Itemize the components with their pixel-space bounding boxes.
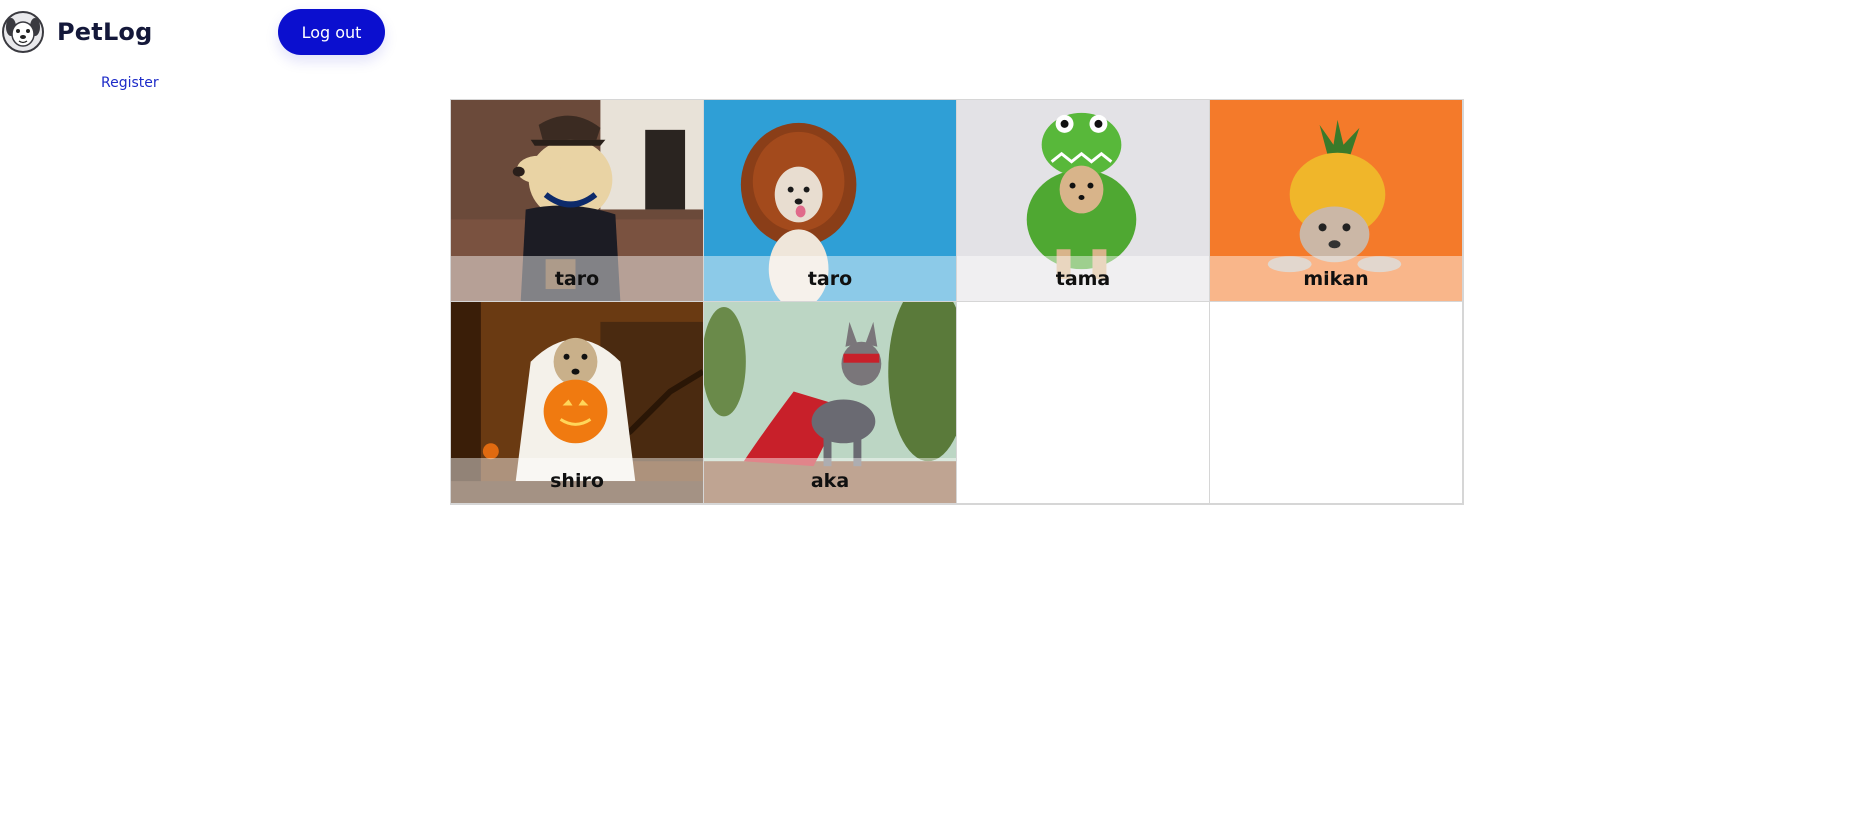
- pet-card[interactable]: taro: [451, 100, 704, 302]
- pet-name: mikan: [1210, 256, 1462, 301]
- brand[interactable]: PetLog: [2, 11, 153, 53]
- logout-button[interactable]: Log out: [278, 9, 385, 55]
- register-link[interactable]: Register: [101, 75, 159, 91]
- pet-card[interactable]: taro: [704, 100, 957, 302]
- brand-name: PetLog: [57, 18, 153, 46]
- pet-card[interactable]: mikan: [1210, 100, 1463, 302]
- pet-name: shiro: [451, 458, 703, 503]
- empty-slot: [1210, 302, 1463, 504]
- pet-name: taro: [704, 256, 956, 301]
- pet-card[interactable]: aka: [704, 302, 957, 504]
- pet-name: taro: [451, 256, 703, 301]
- pet-card[interactable]: shiro: [451, 302, 704, 504]
- pet-card[interactable]: tama: [957, 100, 1210, 302]
- pet-name: tama: [957, 256, 1209, 301]
- pet-name: aka: [704, 458, 956, 503]
- dog-face-icon: [2, 11, 44, 53]
- pet-gallery: taro taro tama mikan shiro aka: [450, 99, 1464, 505]
- empty-slot: [957, 302, 1210, 504]
